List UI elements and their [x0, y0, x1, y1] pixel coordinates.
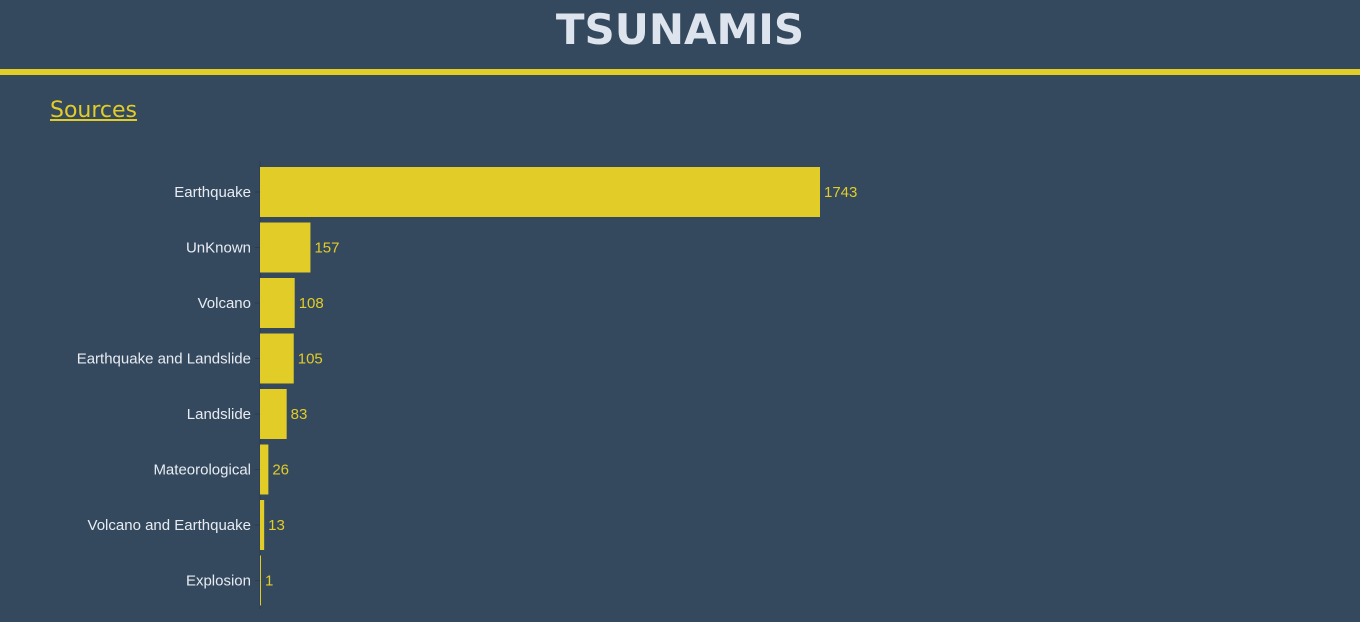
category-label: Volcano — [198, 295, 251, 312]
bars-group: 1743 157 108 105 83 26 13 1 — [260, 167, 857, 606]
value-label: 157 — [314, 240, 339, 257]
bar-earthquake[interactable] — [260, 167, 820, 217]
value-label: 1 — [265, 573, 273, 590]
category-label: Landslide — [187, 406, 251, 423]
sources-link[interactable]: Sources — [50, 96, 137, 126]
category-label: Earthquake and Landslide — [77, 351, 251, 368]
bar-mateorological[interactable] — [260, 444, 269, 495]
category-label: UnKnown — [186, 240, 251, 257]
bar-volcano[interactable] — [260, 278, 295, 328]
category-label: Earthquake — [174, 184, 251, 201]
sources-bar-chart: Earthquake UnKnown Volcano Earthquake and L… — [77, 161, 857, 609]
value-label: 26 — [272, 462, 289, 479]
y-axis: Earthquake UnKnown Volcano Earthquake and L… — [77, 161, 261, 609]
bar-unknown[interactable] — [260, 222, 311, 273]
page-header: TSUNAMIS — [0, 0, 1360, 69]
page-title: TSUNAMIS — [555, 5, 805, 54]
header-divider — [0, 69, 1360, 75]
bar-volcano-and-earthquake[interactable] — [260, 500, 265, 550]
value-label: 108 — [299, 295, 324, 312]
category-label: Explosion — [186, 573, 251, 590]
value-label: 83 — [291, 406, 308, 423]
value-label: 105 — [298, 351, 323, 368]
value-label: 1743 — [824, 184, 857, 201]
bar-explosion[interactable] — [260, 555, 261, 606]
category-label: Mateorological — [153, 462, 251, 479]
bar-earthquake-and-landslide[interactable] — [260, 333, 294, 384]
category-label: Volcano and Earthquake — [88, 517, 251, 534]
value-label: 13 — [268, 517, 285, 534]
bar-landslide[interactable] — [260, 389, 287, 439]
